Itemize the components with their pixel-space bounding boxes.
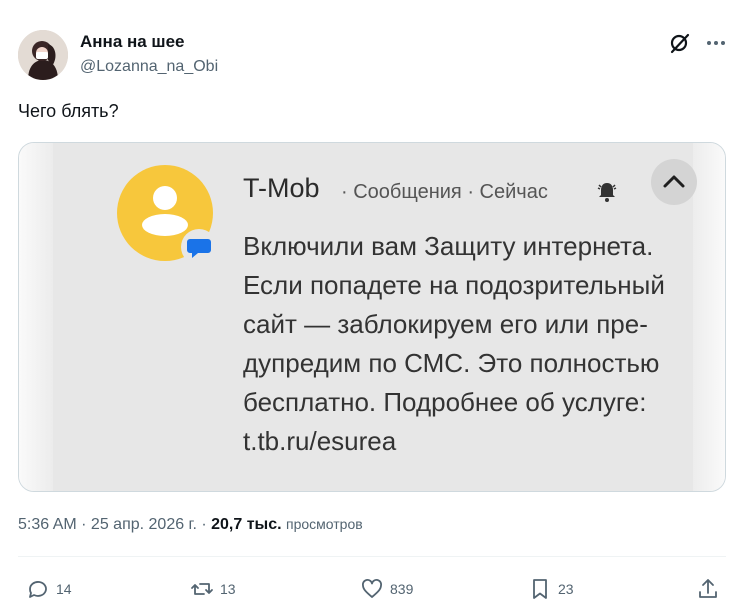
bell-icon: [595, 180, 619, 204]
message-bubble-icon: [181, 229, 217, 265]
divider: [18, 556, 726, 557]
notification-body-line: Если попадете на подозрительный: [243, 270, 665, 300]
like-count: 839: [390, 581, 414, 597]
like-button[interactable]: 839: [360, 574, 413, 604]
share-icon: [699, 579, 717, 598]
tweet: Анна на шее @Lozanna_na_Obi Чего блять?: [0, 0, 749, 607]
share-button[interactable]: [696, 574, 720, 604]
author-avatar[interactable]: [18, 30, 68, 80]
notification-body-line: Включили вам Защиту интернета.: [243, 231, 654, 261]
notification-body: Включили вам Защиту интернета. Если попа…: [243, 227, 713, 461]
views-label: просмотров: [286, 516, 363, 532]
notification-body-line: бесплатно. Подробнее об услуге:: [243, 387, 647, 417]
bookmark-count: 23: [558, 581, 574, 597]
tweet-text: Чего блять?: [18, 101, 119, 121]
author-handle[interactable]: @Lozanna_na_Obi: [80, 58, 218, 76]
retweet-icon: [191, 583, 213, 595]
reply-count: 14: [56, 581, 72, 597]
grok-icon[interactable]: [667, 30, 693, 56]
notification-body-line: сайт — заблокируем его или пре-: [243, 309, 648, 339]
views-count: 20,7 тыс.: [211, 516, 282, 533]
like-icon: [362, 579, 382, 598]
bookmark-button[interactable]: 23: [528, 574, 574, 604]
chevron-up-icon[interactable]: [651, 159, 697, 205]
notification-app-name: T-Mob: [243, 173, 320, 203]
tweet-timestamp: 5:36 AM · 25 апр. 2026 г. · 20,7 тыс. пр…: [18, 516, 363, 534]
time-date[interactable]: 5:36 AM · 25 апр. 2026 г. ·: [18, 516, 207, 533]
notification-body-line: t.tb.ru/esurea: [243, 426, 397, 456]
retweet-count: 13: [220, 581, 236, 597]
media-edge-left: [19, 143, 53, 491]
retweet-button[interactable]: 13: [190, 574, 236, 604]
notification-card: T-Mob · Сообщения · Сейчас Включили вам …: [53, 143, 697, 491]
bookmark-icon: [533, 579, 547, 599]
notification-meta: · Сообщения · Сейчас: [341, 181, 548, 203]
tweet-media[interactable]: T-Mob · Сообщения · Сейчас Включили вам …: [18, 142, 726, 492]
author-name[interactable]: Анна на шее: [80, 32, 185, 52]
action-bar: 14 13 839 23: [0, 574, 749, 604]
reply-icon: [29, 581, 47, 598]
reply-button[interactable]: 14: [26, 574, 72, 604]
notification-body-line: дупредим по СМС. Это полностью: [243, 348, 660, 378]
more-icon[interactable]: [703, 30, 729, 56]
